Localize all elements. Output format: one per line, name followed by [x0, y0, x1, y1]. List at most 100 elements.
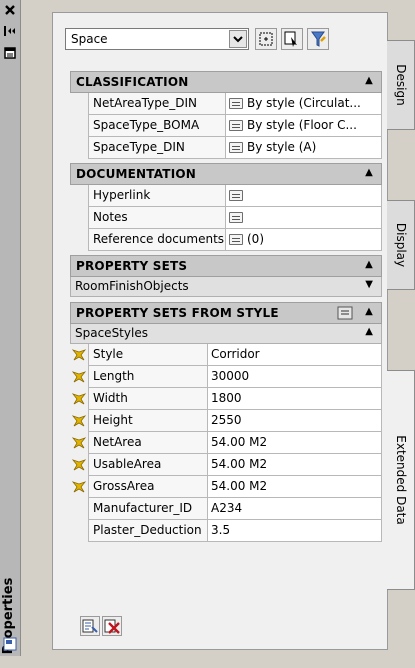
property-value[interactable]: Corridor [208, 344, 382, 366]
chevron-down-icon[interactable] [229, 30, 247, 48]
category-classification[interactable]: CLASSIFICATION ▲ [70, 71, 382, 93]
collapse-icon[interactable]: ▲ [365, 167, 373, 178]
category-title: PROPERTY SETS [76, 259, 188, 273]
object-type-dropdown[interactable]: Space [65, 28, 249, 50]
category-property-sets[interactable]: PROPERTY SETS ▲ [70, 255, 382, 277]
remove-property-sets-button[interactable] [102, 616, 122, 636]
property-set-roomfinishobjects[interactable]: RoomFinishObjects ▼ [70, 277, 382, 297]
property-value: By style (Circulat... [247, 96, 361, 110]
category-title: PROPERTY SETS FROM STYLE [76, 306, 279, 320]
style-based-icon [71, 436, 87, 449]
category-title: DOCUMENTATION [76, 167, 196, 181]
palette-tabs: Design Display Extended Data [387, 40, 415, 656]
selector-row: Space [65, 28, 381, 52]
tab-label: Design [393, 64, 408, 106]
property-value-cell[interactable] [226, 207, 382, 229]
category-property-sets-from-style[interactable]: PROPERTY SETS FROM STYLE ▲ [70, 302, 382, 324]
select-objects-button[interactable] [281, 28, 303, 50]
properties-icon[interactable] [3, 637, 17, 651]
style-based-icon [71, 458, 87, 471]
property-value: By style (A) [247, 140, 317, 154]
property-name: Length [88, 366, 208, 388]
property-row[interactable]: NetArea 54.00 M2 [70, 432, 382, 454]
property-row[interactable]: Reference documents (0) [70, 229, 382, 251]
property-value-cell[interactable]: By style (A) [226, 137, 382, 159]
tab-design[interactable]: Design [387, 40, 415, 130]
add-property-sets-button[interactable] [80, 616, 100, 636]
property-row[interactable]: Manufacturer_ID A234 [70, 498, 382, 520]
list-icon [229, 120, 243, 131]
property-name: UsableArea [88, 454, 208, 476]
collapse-icon[interactable]: ▲ [365, 306, 373, 317]
property-value-cell[interactable]: (0) [226, 229, 382, 251]
property-name: Hyperlink [88, 185, 226, 207]
style-based-icon [71, 480, 87, 493]
tab-display[interactable]: Display [387, 200, 415, 290]
property-value[interactable]: 1800 [208, 388, 382, 410]
style-based-icon [71, 392, 87, 405]
property-row[interactable]: Style Corridor [70, 344, 382, 366]
property-name: NetArea [88, 432, 208, 454]
property-name: Height [88, 410, 208, 432]
auto-hide-icon[interactable] [3, 24, 17, 38]
palette-title: Properties [1, 577, 16, 655]
collapse-icon[interactable]: ▲ [365, 259, 373, 270]
property-row[interactable]: Notes [70, 207, 382, 229]
category-documentation[interactable]: DOCUMENTATION ▲ [70, 163, 382, 185]
style-based-icon [71, 370, 87, 383]
list-icon [229, 234, 243, 245]
property-name: SpaceType_DIN [88, 137, 226, 159]
property-row[interactable]: SpaceType_DIN By style (A) [70, 137, 382, 159]
property-value[interactable]: 2550 [208, 410, 382, 432]
property-name: Style [88, 344, 208, 366]
property-row[interactable]: UsableArea 54.00 M2 [70, 454, 382, 476]
palette-menu-icon[interactable] [3, 46, 17, 60]
property-row[interactable]: Length 30000 [70, 366, 382, 388]
property-set-name: RoomFinishObjects [75, 279, 189, 293]
property-value[interactable]: 3.5 [208, 520, 382, 542]
property-name: Notes [88, 207, 226, 229]
toggle-pickadd-button[interactable] [255, 28, 277, 50]
property-row[interactable]: Width 1800 [70, 388, 382, 410]
property-name: GrossArea [88, 476, 208, 498]
list-icon [229, 190, 243, 201]
property-set-name: SpaceStyles [75, 326, 148, 340]
property-name: Manufacturer_ID [88, 498, 208, 520]
property-name: Reference documents [88, 229, 226, 251]
properties-panel: Space CLASSIFICATION ▲ NetAreaType_DIN B… [52, 12, 388, 650]
property-row[interactable]: Height 2550 [70, 410, 382, 432]
property-grid: CLASSIFICATION ▲ NetAreaType_DIN By styl… [70, 71, 382, 542]
expand-icon[interactable]: ▼ [365, 279, 373, 290]
property-set-spacestyles[interactable]: SpaceStyles ▲ [70, 324, 382, 344]
property-value-cell[interactable]: By style (Circulat... [226, 93, 382, 115]
property-set-menu-icon[interactable] [337, 306, 353, 323]
collapse-icon[interactable]: ▲ [365, 326, 373, 337]
style-based-icon [71, 348, 87, 361]
style-based-icon [71, 414, 87, 427]
close-icon[interactable] [3, 3, 17, 17]
collapse-icon[interactable]: ▲ [365, 75, 373, 86]
tab-label: Display [393, 222, 408, 268]
property-value-cell[interactable] [226, 185, 382, 207]
property-name: SpaceType_BOMA [88, 115, 226, 137]
category-title: CLASSIFICATION [76, 75, 189, 89]
property-value: (0) [247, 232, 264, 246]
property-row[interactable]: NetAreaType_DIN By style (Circulat... [70, 93, 382, 115]
property-value[interactable]: 54.00 M2 [208, 454, 382, 476]
property-row[interactable]: Hyperlink [70, 185, 382, 207]
palette-title-bar: Properties [0, 0, 21, 656]
property-value-cell[interactable]: By style (Floor C... [226, 115, 382, 137]
property-value[interactable]: 30000 [208, 366, 382, 388]
property-row[interactable]: GrossArea 54.00 M2 [70, 476, 382, 498]
quick-select-button[interactable] [307, 28, 329, 50]
property-value[interactable]: A234 [208, 498, 382, 520]
property-value: By style (Floor C... [247, 118, 357, 132]
property-name: Width [88, 388, 208, 410]
property-value[interactable]: 54.00 M2 [208, 432, 382, 454]
property-row[interactable]: SpaceType_BOMA By style (Floor C... [70, 115, 382, 137]
tab-extended-data[interactable]: Extended Data [387, 370, 415, 590]
list-icon [229, 142, 243, 153]
list-icon [229, 212, 243, 223]
property-value[interactable]: 54.00 M2 [208, 476, 382, 498]
property-row[interactable]: Plaster_Deduction 3.5 [70, 520, 382, 542]
